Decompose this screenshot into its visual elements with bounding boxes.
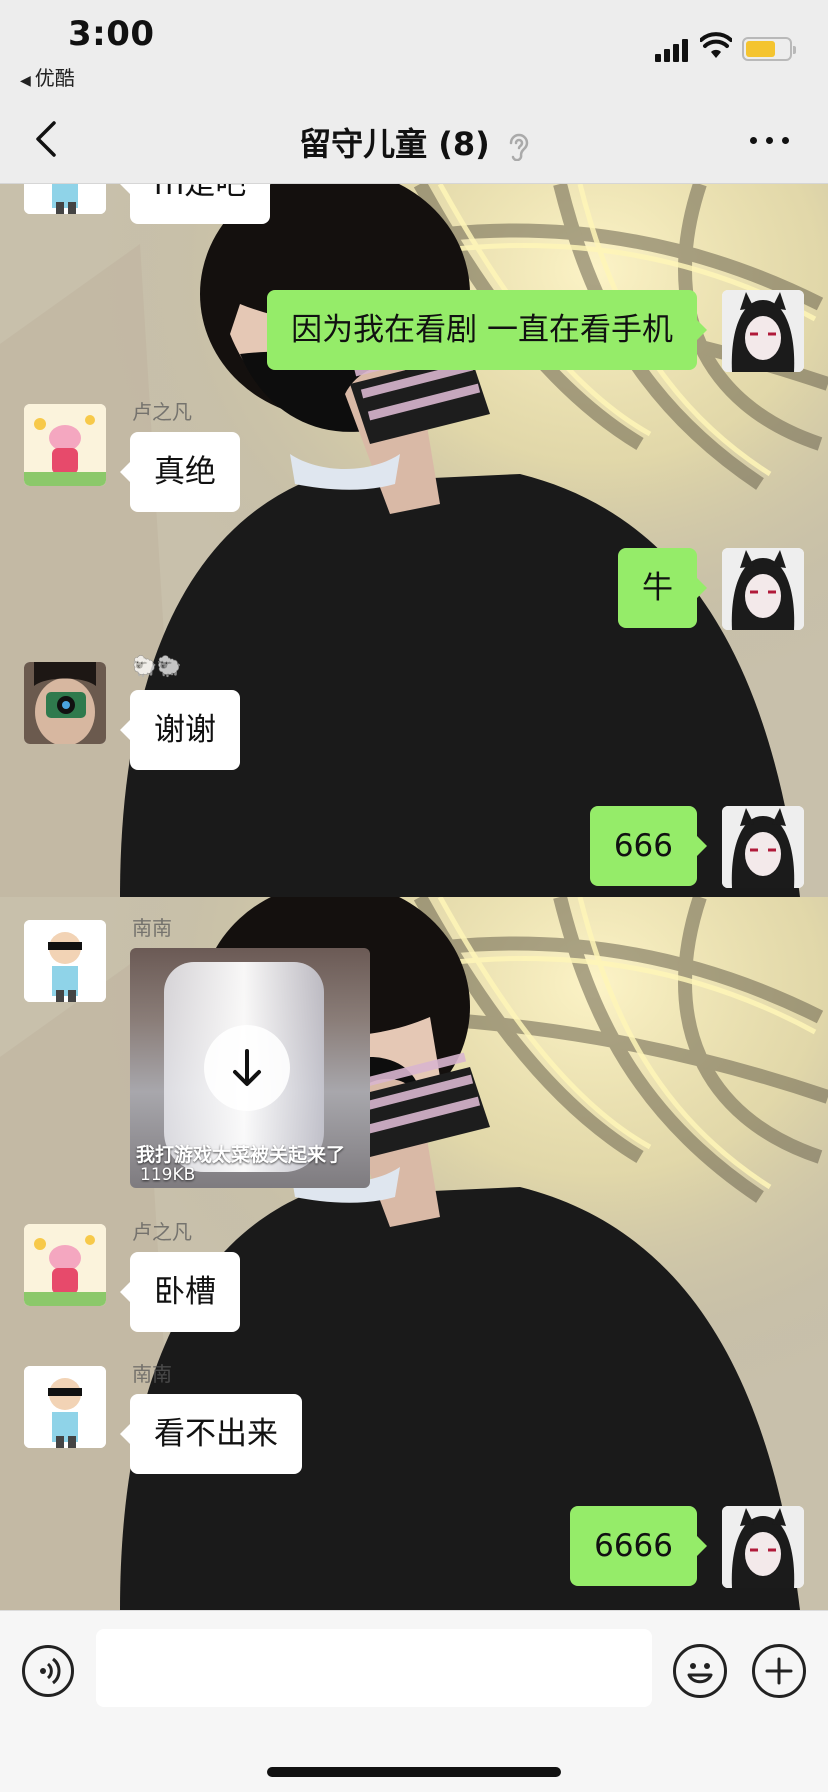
avatar[interactable] bbox=[24, 1366, 106, 1448]
message-bubble[interactable]: 谢谢 bbox=[120, 690, 240, 770]
sender-name: 南南 bbox=[132, 1362, 172, 1386]
video-file-size: 119KB bbox=[140, 1165, 196, 1185]
download-icon[interactable] bbox=[204, 1025, 290, 1111]
status-bar: 3:00 ◀ 优酷 bbox=[0, 0, 828, 95]
message-bubble[interactable]: 真绝 bbox=[120, 432, 240, 512]
avatar[interactable] bbox=[24, 404, 106, 486]
chat-wallpaper bbox=[0, 897, 828, 1610]
video-message[interactable]: 我打游戏太菜被关起来了 119KB bbox=[130, 948, 370, 1188]
ear-icon bbox=[509, 133, 529, 161]
avatar[interactable] bbox=[24, 184, 106, 214]
message-bubble[interactable]: m是吧 bbox=[119, 184, 271, 224]
voice-icon[interactable] bbox=[22, 1645, 74, 1697]
avatar[interactable] bbox=[722, 548, 804, 630]
chat-message-area[interactable]: m是吧 因为我在看剧 一直在看手机 卢之凡 真绝 牛 🐑🐑 谢谢 666 南南 … bbox=[0, 184, 828, 1610]
message-bubble[interactable]: 卧槽 bbox=[120, 1252, 240, 1332]
back-app-label: 优酷 bbox=[34, 66, 75, 90]
chat-header: 留守儿童 (8) bbox=[0, 95, 828, 184]
message-bubble[interactable]: 牛 bbox=[618, 548, 707, 628]
sender-name: 南南 bbox=[132, 916, 172, 940]
message-bubble[interactable]: 因为我在看剧 一直在看手机 bbox=[267, 290, 707, 370]
chat-title-text: 留守儿童 (8) bbox=[299, 125, 490, 163]
message-bubble[interactable]: 看不出来 bbox=[120, 1394, 302, 1474]
emoji-icon[interactable] bbox=[673, 1644, 727, 1698]
battery-icon bbox=[742, 37, 796, 61]
avatar[interactable] bbox=[722, 806, 804, 888]
avatar[interactable] bbox=[722, 1506, 804, 1588]
back-to-app-link[interactable]: ◀ 优酷 bbox=[20, 62, 75, 91]
wifi-icon bbox=[700, 32, 732, 58]
message-bubble[interactable]: 6666 bbox=[570, 1506, 707, 1586]
message-input[interactable] bbox=[96, 1629, 652, 1707]
avatar[interactable] bbox=[24, 662, 106, 744]
status-time: 3:00 bbox=[68, 14, 155, 54]
sender-name: 卢之凡 bbox=[132, 1220, 192, 1244]
avatar[interactable] bbox=[24, 920, 106, 1002]
message-bubble[interactable]: 666 bbox=[589, 806, 708, 886]
avatar[interactable] bbox=[24, 1224, 106, 1306]
avatar[interactable] bbox=[722, 290, 804, 372]
home-indicator[interactable] bbox=[267, 1767, 561, 1777]
input-bar bbox=[0, 1610, 828, 1792]
plus-icon[interactable] bbox=[752, 1644, 806, 1698]
chat-title: 留守儿童 (8) bbox=[0, 119, 828, 165]
cellular-signal-icon bbox=[655, 38, 689, 62]
sender-name: 🐑🐑 bbox=[132, 654, 182, 678]
more-dots-icon[interactable] bbox=[748, 127, 792, 153]
sender-name: 卢之凡 bbox=[132, 400, 192, 424]
back-triangle-icon: ◀ bbox=[20, 73, 31, 89]
video-caption: 我打游戏太菜被关起来了 bbox=[136, 1144, 346, 1166]
